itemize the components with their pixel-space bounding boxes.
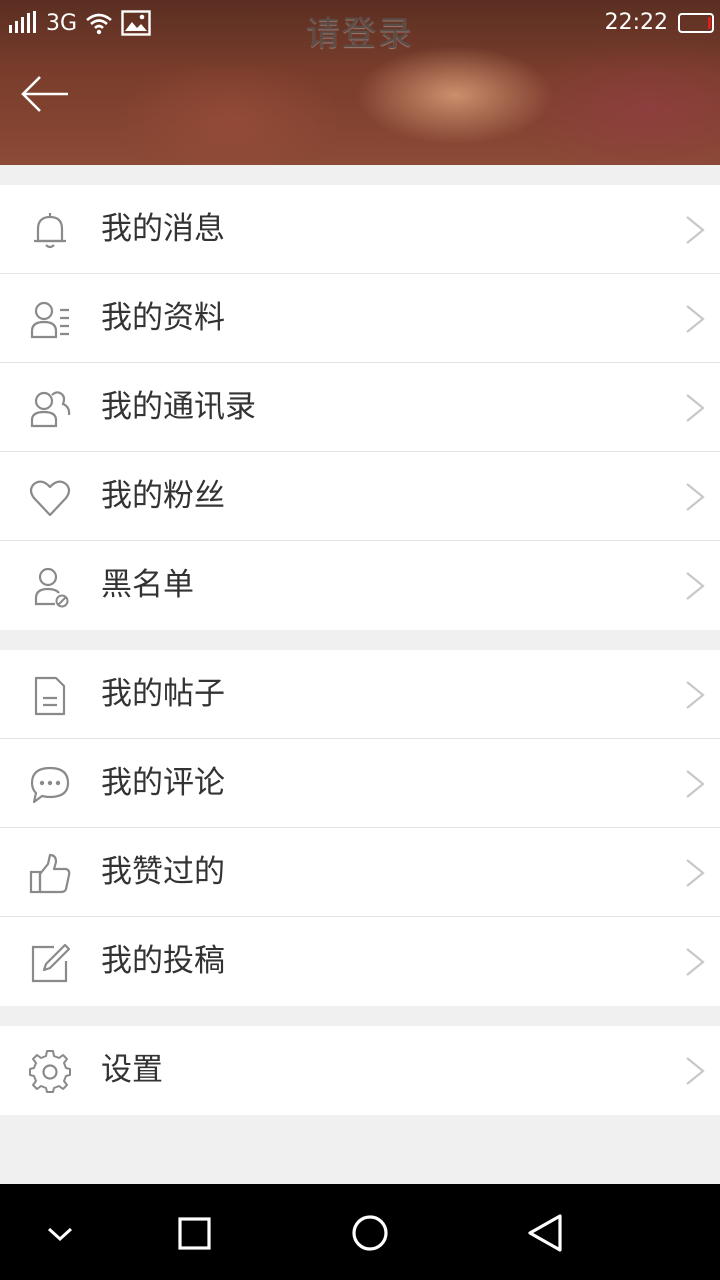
blocked-user-icon — [34, 567, 69, 608]
menu-item-label: 我的资料 — [101, 300, 225, 336]
thumbs-up-icon — [29, 853, 71, 894]
menu-item-fans[interactable]: 我的粉丝 — [0, 452, 720, 541]
profile-card-icon — [30, 301, 69, 339]
menu-item-comments[interactable]: 我的评论 — [0, 739, 720, 828]
menu-item-blacklist[interactable]: 黑名单 — [0, 541, 720, 630]
menu-item-contacts[interactable]: 我的通讯录 — [0, 363, 720, 452]
menu-item-submissions[interactable]: 我的投稿 — [0, 917, 720, 1006]
status-right: 22:22 — [605, 10, 714, 35]
menu-item-label: 我的投稿 — [101, 943, 225, 979]
menu-item-liked[interactable]: 我赞过的 — [0, 828, 720, 917]
nav-home-button[interactable] — [348, 1212, 392, 1256]
menu-item-label: 我的粉丝 — [101, 478, 225, 514]
menu-item-label: 我的通讯录 — [101, 389, 256, 425]
gear-icon — [29, 1050, 71, 1093]
chevron-right-icon — [686, 770, 705, 798]
heart-icon — [29, 480, 71, 517]
chevron-right-icon — [686, 394, 705, 422]
clock: 22:22 — [604, 10, 668, 35]
menu-item-messages[interactable]: 我的消息 — [0, 185, 720, 274]
chevron-right-icon — [686, 572, 705, 600]
menu-item-posts[interactable]: 我的帖子 — [0, 650, 720, 739]
document-icon — [34, 676, 66, 716]
chevron-right-icon — [686, 483, 705, 511]
menu-group-settings: 设置 — [0, 1026, 720, 1115]
comment-icon — [30, 766, 70, 804]
battery-icon — [678, 12, 714, 33]
chevron-right-icon — [686, 216, 705, 244]
square-icon — [178, 1217, 211, 1250]
nav-recents-button[interactable] — [172, 1212, 216, 1256]
profile-header: 3G 请登录 22:22 — [0, 0, 720, 165]
chevron-right-icon — [686, 681, 705, 709]
menu-item-label: 我的帖子 — [101, 676, 225, 712]
bell-icon — [34, 213, 66, 249]
menu-item-label: 我赞过的 — [101, 854, 225, 890]
menu-group-content: 我的帖子 我的评论 我赞过的 我的投稿 — [0, 650, 720, 1006]
menu-group-account: 我的消息 我的资料 我的通讯录 我的粉丝 黑名单 — [0, 185, 720, 630]
chevron-right-icon — [686, 305, 705, 333]
chevron-right-icon — [686, 1057, 705, 1085]
menu-item-label: 设置 — [101, 1052, 163, 1088]
circle-icon — [352, 1215, 388, 1251]
system-nav-bar — [0, 1184, 720, 1280]
chevron-right-icon — [686, 948, 705, 976]
menu-item-settings[interactable]: 设置 — [0, 1026, 720, 1115]
back-arrow-icon — [21, 76, 68, 112]
nav-back-button[interactable] — [524, 1212, 568, 1256]
back-button[interactable] — [18, 72, 72, 116]
status-bar: 3G 请登录 22:22 — [0, 0, 720, 54]
chevron-right-icon — [686, 859, 705, 887]
chevron-down-icon — [47, 1227, 73, 1242]
menu-item-label: 我的评论 — [101, 765, 225, 801]
menu-item-label: 黑名单 — [101, 567, 194, 603]
triangle-back-icon — [528, 1214, 562, 1252]
menu-item-label: 我的消息 — [101, 211, 225, 247]
contacts-icon — [30, 391, 71, 428]
edit-icon — [31, 943, 71, 983]
menu-item-profile[interactable]: 我的资料 — [0, 274, 720, 363]
nav-hide-button[interactable] — [38, 1212, 82, 1256]
